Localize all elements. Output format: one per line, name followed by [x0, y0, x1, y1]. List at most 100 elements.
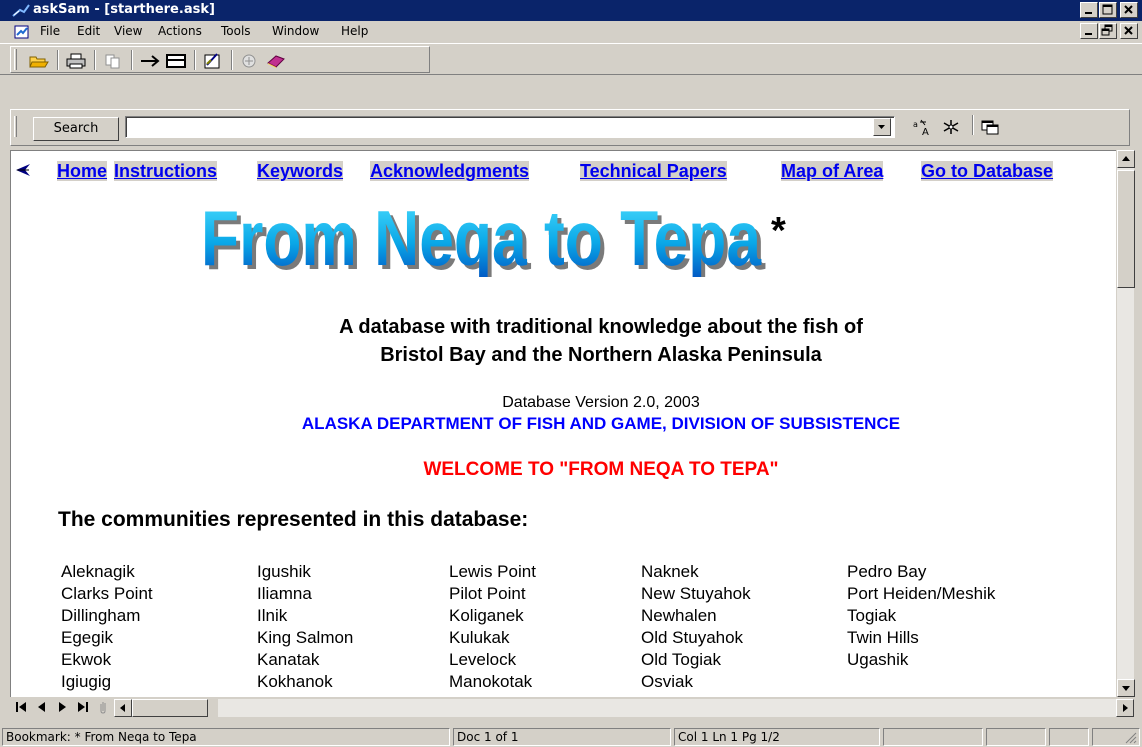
- community-item: Egegik: [61, 628, 113, 647]
- last-record-icon[interactable]: [74, 700, 90, 714]
- arrow-right-small-icon: [1123, 704, 1128, 712]
- app-icon: [12, 3, 30, 18]
- status-panel-4: [883, 728, 983, 746]
- toolbar-frame: [10, 46, 430, 73]
- arrow-right-icon: [141, 54, 160, 67]
- close-button[interactable]: [1120, 2, 1138, 18]
- community-item: King Salmon: [257, 628, 354, 647]
- form-view-button[interactable]: [164, 50, 188, 71]
- toolbar-grip[interactable]: [14, 49, 17, 70]
- community-item: Dillingham: [61, 606, 141, 625]
- community-item: Kanatak: [257, 650, 320, 669]
- nav-link-keywords[interactable]: Keywords: [257, 161, 344, 181]
- community-item: Pilot Point: [449, 584, 526, 603]
- community-column-5: Pedro Bay Port Heiden/Meshik Togiak Twin…: [847, 561, 995, 671]
- doc-minimize-button[interactable]: [1080, 23, 1098, 39]
- status-bar: Bookmark: * From Neqa to Tepa Doc 1 of 1…: [0, 726, 1142, 747]
- scroll-up-button[interactable]: [1117, 150, 1135, 168]
- nav-links: Home Instructions Keywords Acknowledgmen…: [11, 158, 1116, 182]
- size-grip[interactable]: [1092, 728, 1140, 746]
- menu-tools[interactable]: Tools: [221, 24, 251, 38]
- communities-heading: The communities represented in this data…: [58, 508, 529, 531]
- community-item: Ugashik: [847, 650, 909, 669]
- scroll-left-button[interactable]: [114, 699, 132, 717]
- search-button[interactable]: Search: [33, 117, 119, 141]
- toolbar: [0, 43, 1142, 75]
- community-item: Osviak: [641, 672, 693, 691]
- community-item: Togiak: [847, 606, 897, 625]
- community-item: Old Stuyahok: [641, 628, 744, 647]
- copy-icon: [105, 54, 120, 68]
- window-icon: [981, 120, 999, 135]
- attachment-icon[interactable]: [96, 700, 110, 714]
- font-button[interactable]: aA: [911, 116, 935, 138]
- community-item: Ilnik: [257, 606, 288, 625]
- search-dropdown-button[interactable]: [873, 118, 891, 136]
- report-icon: [204, 52, 220, 68]
- font-icon: aA: [913, 119, 929, 136]
- banner-asterisk: *: [771, 210, 786, 252]
- subtitle-line-2: Bristol Bay and the Northern Alaska Peni…: [380, 344, 822, 366]
- menu-actions[interactable]: Actions: [158, 24, 202, 38]
- dropdown-icon: [878, 125, 885, 129]
- database-version: Database Version 2.0, 2003: [502, 394, 700, 411]
- community-item: Igiugig: [61, 672, 112, 691]
- search-bar-grip[interactable]: [14, 116, 17, 137]
- status-panel-5: [986, 728, 1046, 746]
- menu-view[interactable]: View: [114, 24, 142, 38]
- community-column-1: Aleknagik Clarks Point Dillingham Egegik…: [61, 561, 153, 693]
- svg-text:A: A: [922, 127, 929, 136]
- form-view-icon: [166, 53, 186, 68]
- book-button[interactable]: [264, 50, 288, 71]
- menu-file[interactable]: File: [40, 24, 60, 38]
- nav-link-go-to-database[interactable]: Go to Database: [921, 161, 1054, 181]
- maximize-button[interactable]: [1099, 2, 1117, 18]
- doc-restore-button[interactable]: [1099, 23, 1117, 39]
- doc-close-button[interactable]: [1120, 23, 1138, 39]
- open-button[interactable]: [27, 50, 51, 71]
- next-record-icon[interactable]: [54, 700, 70, 714]
- minimize-button[interactable]: [1080, 2, 1098, 18]
- horizontal-scroll-area: [10, 697, 1134, 718]
- document-icon[interactable]: [14, 25, 30, 39]
- svg-text:a: a: [913, 120, 918, 129]
- nav-link-acknowledgments[interactable]: Acknowledgments: [370, 161, 530, 181]
- snowflake-button[interactable]: [939, 116, 963, 138]
- scroll-down-button[interactable]: [1117, 679, 1135, 697]
- search-input[interactable]: [125, 116, 895, 138]
- app-window: askSam - [starthere.ask] File Edit View …: [0, 0, 1142, 747]
- previous-record-icon[interactable]: [34, 700, 50, 714]
- window-button[interactable]: [978, 116, 1002, 138]
- nav-link-home[interactable]: Home: [57, 161, 108, 181]
- nav-link-map-of-area[interactable]: Map of Area: [781, 161, 884, 181]
- menu-window[interactable]: Window: [272, 24, 319, 38]
- community-item: Lewis Point: [449, 562, 536, 581]
- banner-title: From Neqa to Tepa From Neqa to Tepa *: [201, 197, 786, 277]
- community-item: Newhalen: [641, 606, 717, 625]
- copy-button[interactable]: [101, 50, 125, 71]
- community-item: Port Heiden/Meshik: [847, 584, 996, 603]
- goto-button[interactable]: [138, 50, 162, 71]
- nav-link-instructions[interactable]: Instructions: [114, 161, 218, 181]
- scroll-right-button[interactable]: [1116, 699, 1134, 717]
- first-record-icon[interactable]: [14, 700, 30, 714]
- community-item: Koliganek: [449, 606, 524, 625]
- vertical-scrollbar[interactable]: [1116, 150, 1135, 697]
- menu-help[interactable]: Help: [341, 24, 368, 38]
- horizontal-scroll-track[interactable]: [218, 699, 1116, 717]
- community-item: Levelock: [449, 650, 517, 669]
- nav-link-technical-papers[interactable]: Technical Papers: [580, 161, 727, 181]
- report-button[interactable]: [201, 50, 225, 71]
- menu-edit[interactable]: Edit: [77, 24, 100, 38]
- status-position: Col 1 Ln 1 Pg 1/2: [674, 728, 880, 746]
- community-item: Naknek: [641, 562, 699, 581]
- welcome-text: WELCOME TO "FROM NEQA TO TEPA": [423, 459, 779, 480]
- status-doc: Doc 1 of 1: [453, 728, 671, 746]
- community-item: Kokhanok: [257, 672, 333, 691]
- horizontal-scroll-thumb[interactable]: [132, 699, 208, 717]
- wizard-button[interactable]: [238, 50, 262, 71]
- scroll-thumb[interactable]: [1117, 170, 1135, 288]
- print-button[interactable]: [64, 50, 88, 71]
- community-item: Kulukak: [449, 628, 510, 647]
- book-icon: [267, 54, 285, 68]
